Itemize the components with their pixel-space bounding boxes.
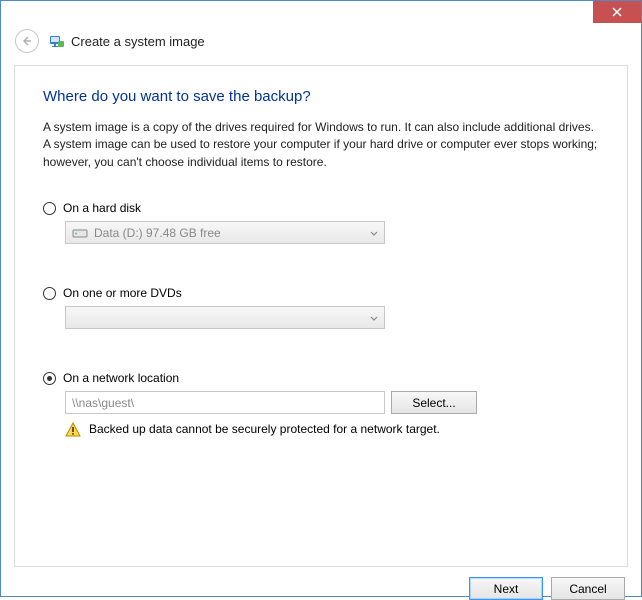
close-icon xyxy=(612,7,622,17)
dvd-dropdown[interactable] xyxy=(65,306,385,329)
hard-disk-dropdown[interactable]: Data (D:) 97.48 GB free xyxy=(65,221,385,244)
radio-dvd-label[interactable]: On one or more DVDs xyxy=(63,286,182,300)
header: Create a system image xyxy=(1,29,641,59)
window-title: Create a system image xyxy=(71,34,205,49)
network-warning-text: Backed up data cannot be securely protec… xyxy=(89,422,440,436)
chevron-down-icon xyxy=(370,226,378,240)
page-description: A system image is a copy of the drives r… xyxy=(43,119,599,171)
footer: Next Cancel xyxy=(1,567,641,600)
chevron-down-icon xyxy=(370,311,378,325)
back-arrow-icon xyxy=(21,35,33,47)
radio-hard-disk-label[interactable]: On a hard disk xyxy=(63,201,141,215)
radio-network[interactable] xyxy=(43,372,56,385)
option-network: On a network location \\nas\guest\ Selec… xyxy=(43,371,599,438)
page-heading: Where do you want to save the backup? xyxy=(43,88,599,105)
drive-icon xyxy=(72,227,88,239)
radio-hard-disk[interactable] xyxy=(43,202,56,215)
system-image-icon xyxy=(49,33,65,49)
radio-network-label[interactable]: On a network location xyxy=(63,371,179,385)
warning-icon xyxy=(65,422,81,438)
content-panel: Where do you want to save the backup? A … xyxy=(14,65,628,567)
close-button[interactable] xyxy=(593,1,641,23)
network-path-field[interactable]: \\nas\guest\ xyxy=(65,391,385,414)
titlebar xyxy=(1,1,641,29)
network-warning: Backed up data cannot be securely protec… xyxy=(65,422,599,438)
option-dvd: On one or more DVDs xyxy=(43,286,599,329)
select-button[interactable]: Select... xyxy=(391,391,477,414)
radio-dvd[interactable] xyxy=(43,287,56,300)
option-hard-disk: On a hard disk Data (D:) 97.48 GB free xyxy=(43,201,599,244)
network-path-text: \\nas\guest\ xyxy=(72,396,134,410)
back-button[interactable] xyxy=(15,29,39,53)
hard-disk-dropdown-text: Data (D:) 97.48 GB free xyxy=(94,226,378,240)
